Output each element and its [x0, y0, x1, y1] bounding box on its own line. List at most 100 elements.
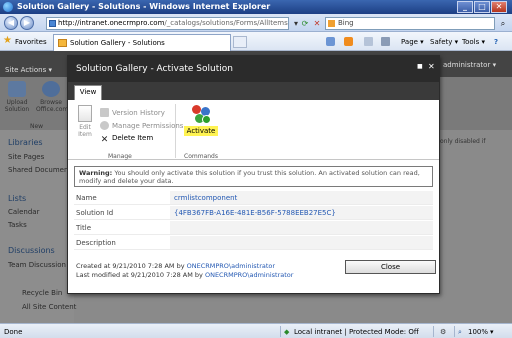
nav-lists[interactable]: Lists	[8, 194, 26, 203]
security-zone[interactable]: Local intranet | Protected Mode: Off	[294, 328, 419, 336]
back-button[interactable]: ◀	[4, 16, 18, 30]
property-row: Solution Id {4FB367FB-A16E-481E-B56F-578…	[74, 205, 433, 220]
help-icon[interactable]: ?	[494, 38, 498, 46]
dialog-title-bar: Solution Gallery - Activate Solution	[68, 56, 439, 82]
delete-icon: ✕	[100, 135, 109, 145]
property-value: {4FB367FB-A16E-481E-B56F-5788EEB27E5C}	[174, 209, 336, 217]
upload-label: Upload Solution	[4, 99, 30, 113]
ribbon-group-new: New	[30, 123, 44, 130]
browse-office-button[interactable]: Browse Office.com	[36, 81, 69, 113]
activate-label: Activate	[183, 126, 219, 136]
nav-libraries[interactable]: Libraries	[8, 138, 43, 147]
edit-item-button[interactable]: Edit Item	[74, 105, 96, 138]
modified-text: Last modified at 9/21/2010 7:28 AM by	[76, 271, 203, 279]
forward-button[interactable]: ▶	[20, 16, 34, 30]
manage-permissions-label: Manage Permissions	[112, 122, 184, 130]
delete-item-button[interactable]: ✕ Delete Item	[100, 134, 153, 145]
warning-label: Warning:	[79, 169, 113, 177]
ie-logo-icon	[3, 2, 13, 12]
mail-icon[interactable]	[364, 37, 373, 46]
delete-item-label: Delete Item	[112, 134, 154, 142]
nav-discussions[interactable]: Discussions	[8, 246, 55, 255]
page-icon	[49, 20, 56, 27]
zoom-dropdown-icon[interactable]: ▾	[490, 328, 494, 336]
refresh-button[interactable]: ⟳	[299, 17, 311, 30]
intranet-zone-icon: ◆	[284, 328, 290, 336]
property-label: Solution Id	[76, 209, 114, 217]
safety-menu[interactable]: Safety ▾	[430, 38, 458, 46]
upload-solution-button[interactable]: Upload Solution	[2, 81, 32, 113]
dialog-tab-strip: View	[68, 82, 439, 100]
globe-icon	[42, 81, 60, 97]
window-title: Solution Gallery - Solutions - Windows I…	[17, 2, 271, 11]
tools-menu[interactable]: Tools ▾	[462, 38, 485, 46]
protected-mode-icon[interactable]: ⚙	[440, 328, 446, 336]
edit-item-icon	[78, 105, 92, 122]
page-menu[interactable]: Page ▾	[401, 38, 424, 46]
upload-icon	[8, 81, 26, 97]
home-icon[interactable]	[326, 37, 335, 46]
nav-calendar[interactable]: Calendar	[8, 208, 39, 216]
url-domain: http://intranet.onecrmpro.com	[58, 19, 165, 27]
url-path: /_catalogs/solutions/Forms/AllItems.aspx	[164, 19, 288, 27]
zoom-icon: ⌕	[458, 328, 462, 336]
tab-view[interactable]: View	[74, 85, 102, 100]
version-history-icon	[100, 108, 109, 117]
created-by-link[interactable]: ONECRMPRO\administrator	[187, 262, 275, 270]
permissions-icon	[100, 121, 109, 130]
tab-page-icon	[58, 39, 67, 47]
ribbon-group-separator	[175, 104, 176, 158]
solution-properties: Name crmlistcomponent Solution Id {4FB36…	[74, 190, 433, 250]
close-window-button[interactable]: ✕	[491, 1, 507, 13]
user-menu[interactable]: administrator ▾	[443, 61, 496, 69]
property-row: Title	[74, 220, 433, 235]
print-icon[interactable]	[381, 37, 390, 46]
property-row: Name crmlistcomponent	[74, 190, 433, 205]
favorites-star-icon: ★	[3, 35, 12, 46]
minimize-button[interactable]: _	[457, 1, 473, 13]
version-history-button[interactable]: Version History	[100, 108, 165, 117]
address-bar: ◀ ▶ http://intranet.onecrmpro.com/_catal…	[0, 14, 512, 32]
right-column-note: only disabled if	[440, 138, 486, 145]
nav-shared-documents[interactable]: Shared Documents	[8, 166, 75, 174]
edit-item-label: Edit Item	[78, 124, 92, 138]
ribbon-group-commands: Commands	[184, 153, 218, 160]
status-bar: Done ◆ Local intranet | Protected Mode: …	[0, 323, 512, 338]
nav-site-pages[interactable]: Site Pages	[8, 153, 44, 161]
maximize-button[interactable]: □	[474, 1, 490, 13]
nav-team-discussion[interactable]: Team Discussion	[8, 261, 66, 269]
ribbon-group-manage: Manage	[108, 153, 132, 160]
manage-permissions-button[interactable]: Manage Permissions	[100, 121, 183, 130]
nav-all-site-content[interactable]: All Site Content	[22, 303, 76, 311]
browse-label: Browse Office.com	[36, 99, 69, 113]
created-text: Created at 9/21/2010 7:28 AM by	[76, 262, 185, 270]
search-button[interactable]: ⌕	[497, 17, 509, 30]
tab-label: Solution Gallery - Solutions	[70, 39, 165, 47]
nav-recycle-bin[interactable]: Recycle Bin	[22, 289, 62, 297]
activate-button[interactable]: Activate	[181, 104, 221, 146]
property-label: Name	[76, 194, 97, 202]
close-button[interactable]: Close	[345, 260, 436, 274]
feeds-icon[interactable]	[344, 37, 353, 46]
left-navigation: Libraries Site Pages Shared Documents Li…	[0, 130, 76, 323]
search-input[interactable]: Bing	[325, 17, 495, 30]
zoom-level[interactable]: 100%	[468, 328, 488, 336]
dialog-title: Solution Gallery - Activate Solution	[76, 64, 233, 74]
new-tab-button[interactable]	[233, 36, 247, 48]
warning-text: You should only activate this solution i…	[79, 169, 420, 185]
bing-icon	[328, 20, 335, 27]
warning-message: Warning: You should only activate this s…	[74, 166, 433, 187]
dialog-close-icon[interactable]: ✕	[428, 62, 435, 71]
modified-by-link[interactable]: ONECRMPRO\administrator	[205, 271, 293, 279]
browser-tab[interactable]: Solution Gallery - Solutions	[53, 34, 231, 51]
status-text: Done	[4, 328, 23, 336]
dialog-ribbon: Edit Item Version History Manage Permiss…	[68, 100, 439, 160]
nav-tasks[interactable]: Tasks	[8, 221, 27, 229]
dialog-maximize-icon[interactable]: ■	[417, 63, 423, 70]
activate-icon	[191, 104, 211, 124]
favorites-button[interactable]: Favorites	[15, 38, 47, 46]
url-input[interactable]: http://intranet.onecrmpro.com/_catalogs/…	[46, 17, 289, 30]
site-actions-menu[interactable]: Site Actions ▾	[5, 66, 52, 74]
version-history-label: Version History	[112, 109, 165, 117]
stop-button[interactable]: ✕	[311, 17, 323, 30]
